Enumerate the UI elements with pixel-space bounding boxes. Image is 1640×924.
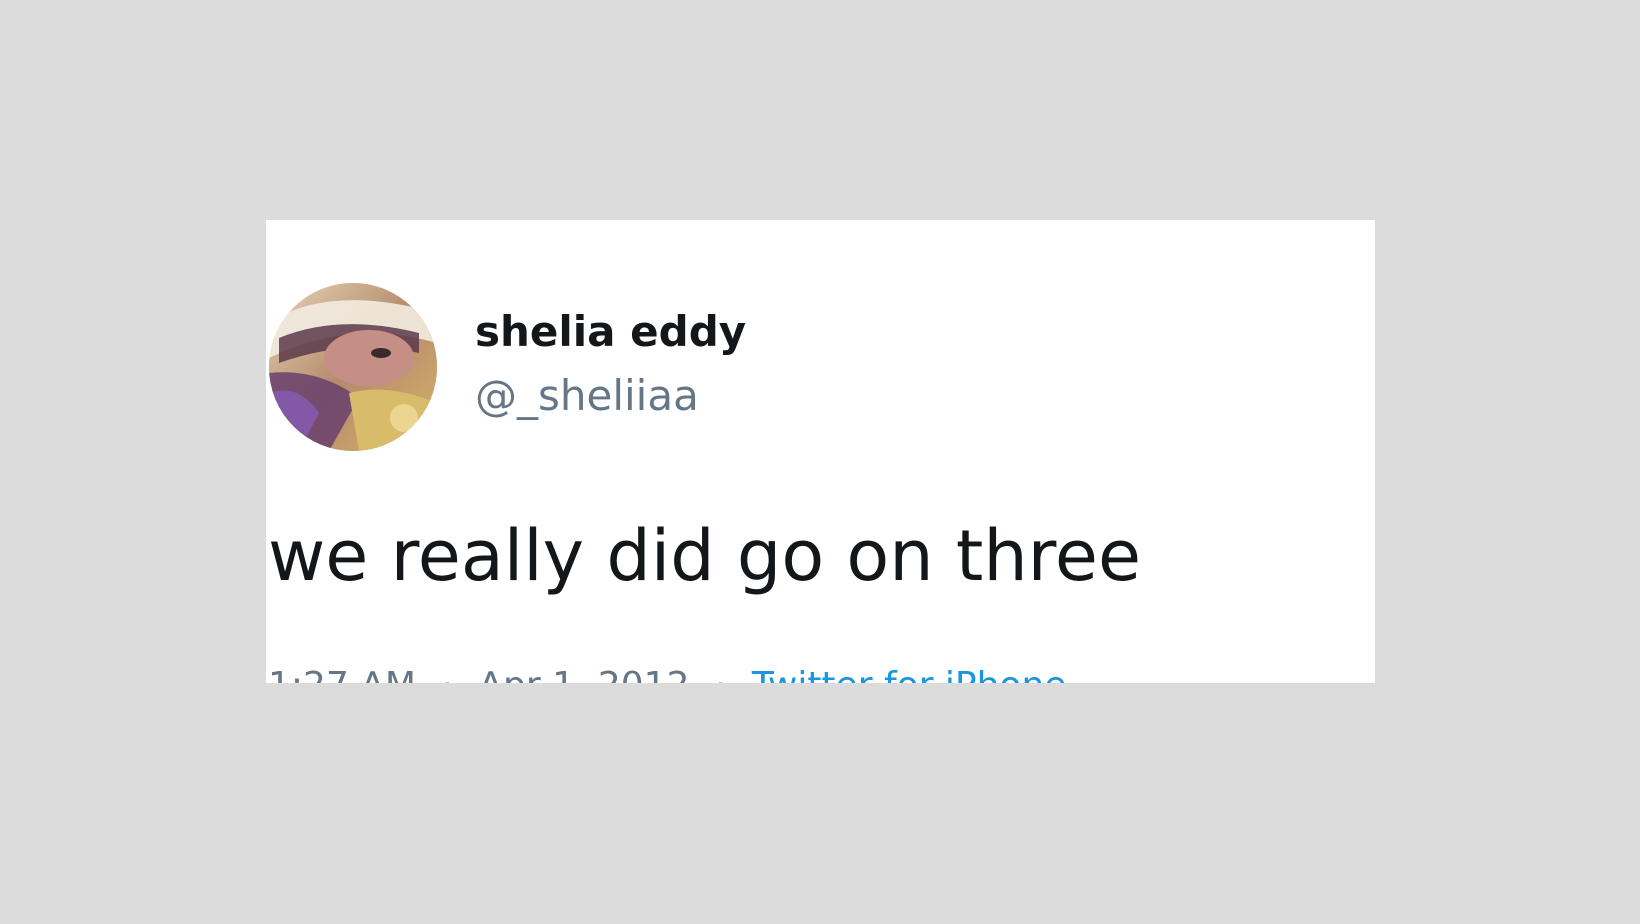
meta-separator: · — [701, 665, 740, 683]
avatar[interactable] — [269, 283, 437, 451]
tweet-source-link[interactable]: Twitter for iPhone — [752, 665, 1067, 683]
tweet-text: we really did go on three — [268, 515, 1142, 597]
author-display-name[interactable]: shelia eddy — [475, 306, 746, 358]
tweet-meta: 1:27 AM · Apr 1, 2012 · Twitter for iPho… — [268, 664, 1066, 683]
meta-separator: · — [427, 665, 466, 683]
screenshot-stage: shelia eddy @_sheliiaa we really did go … — [0, 0, 1640, 924]
author-handle[interactable]: @_sheliiaa — [475, 370, 699, 422]
tweet-card: shelia eddy @_sheliiaa we really did go … — [266, 220, 1375, 683]
profile-photo-avatar-icon — [269, 283, 437, 451]
tweet-date[interactable]: Apr 1, 2012 — [478, 665, 689, 683]
tweet-time[interactable]: 1:27 AM — [268, 665, 416, 683]
